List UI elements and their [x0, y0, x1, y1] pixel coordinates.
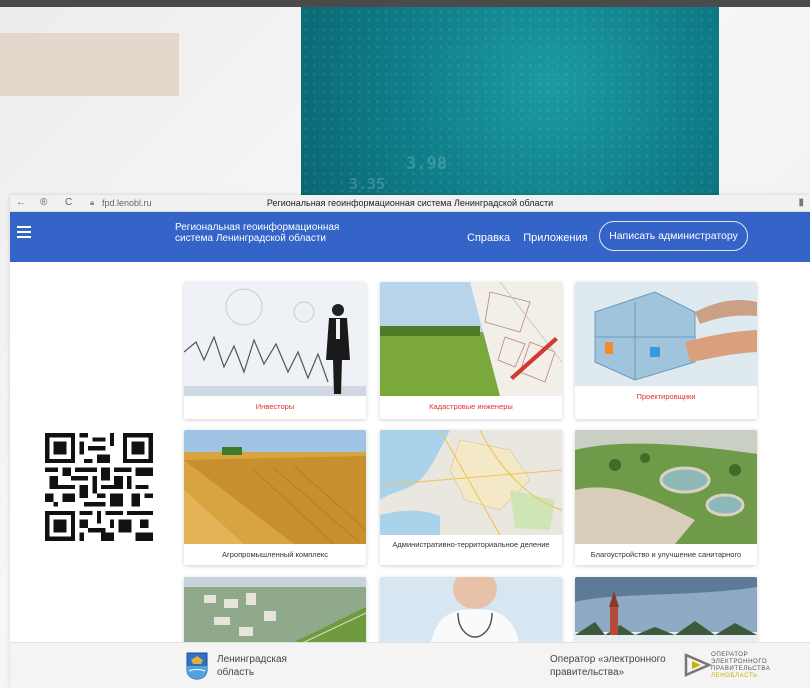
- doctor-image: [380, 577, 562, 647]
- operator-text[interactable]: Оператор «электронного правительства»: [550, 653, 690, 679]
- card-landscaping[interactable]: Благоустройство и улучшение санитарного: [575, 430, 757, 565]
- card-label: Благоустройство и улучшение санитарного: [590, 550, 742, 559]
- card-cadastral-engineers[interactable]: Кадастровые инженеры: [380, 282, 562, 419]
- background-number: 3.98: [406, 154, 447, 174]
- menu-icon[interactable]: [17, 226, 31, 240]
- contact-admin-button[interactable]: Написать администратору: [599, 221, 748, 251]
- bookmark-icon[interactable]: ▮: [798, 197, 804, 208]
- system-title[interactable]: Региональная геоинформационная система Л…: [175, 222, 345, 244]
- card-agro-industrial[interactable]: Агропромышленный комплекс: [184, 430, 366, 565]
- card-administrative-division[interactable]: Административно-территориальное деление: [380, 430, 562, 565]
- browser-window: ← ® C 🔒︎ fpd.lenobl.ru Региональная геои…: [10, 195, 810, 688]
- window-title: Региональная геоинформационная система Л…: [266, 198, 554, 208]
- investor-chart-image: [184, 282, 366, 396]
- leningrad-region-logo[interactable]: [186, 652, 208, 680]
- aerial-district-image: [184, 577, 366, 647]
- footer: Ленинградская область Оператор «электрон…: [10, 642, 810, 688]
- background-teal-panel: 3.98 3.35: [301, 7, 719, 197]
- city-map-image: [380, 430, 562, 535]
- building-blueprint-image: [575, 282, 757, 386]
- apps-link[interactable]: Приложения: [523, 232, 587, 244]
- background-number: 3.35: [349, 175, 386, 193]
- top-strip: [0, 0, 810, 7]
- egov-operator-logo[interactable]: [683, 651, 713, 679]
- cadastral-map-field-image: [380, 282, 562, 396]
- card-culture[interactable]: [575, 577, 757, 647]
- park-landscape-image: [575, 430, 757, 544]
- help-link[interactable]: Справка: [467, 232, 510, 244]
- card-investors[interactable]: Инвесторы: [184, 282, 366, 419]
- qr-code: [45, 433, 153, 541]
- wheat-field-harvester-image: [184, 430, 366, 544]
- browser-toolbar: ← ® C 🔒︎ fpd.lenobl.ru Региональная геои…: [10, 195, 810, 212]
- card-healthcare[interactable]: [380, 577, 562, 647]
- app-header: Региональная геоинформационная система Л…: [10, 212, 810, 262]
- card-label: Кадастровые инженеры: [429, 402, 513, 411]
- church-winter-image: [575, 577, 757, 647]
- background-banner: [0, 33, 179, 96]
- region-name[interactable]: Ленинградская область: [217, 653, 317, 679]
- card-label: Проектировщики: [636, 392, 696, 401]
- card-label: Административно-территориальное деление: [392, 540, 550, 549]
- header-links: Справка Приложения: [467, 232, 598, 244]
- card-label: Инвесторы: [255, 402, 295, 411]
- card-label: Агропромышленный комплекс: [222, 550, 328, 559]
- card-urban-district[interactable]: [184, 577, 366, 647]
- card-designers[interactable]: Проектировщики: [575, 282, 757, 419]
- operator-logo-text: ОПЕРАТОР ЭЛЕКТРОННОГО ПРАВИТЕЛЬСТВА ЛЕНО…: [711, 651, 771, 679]
